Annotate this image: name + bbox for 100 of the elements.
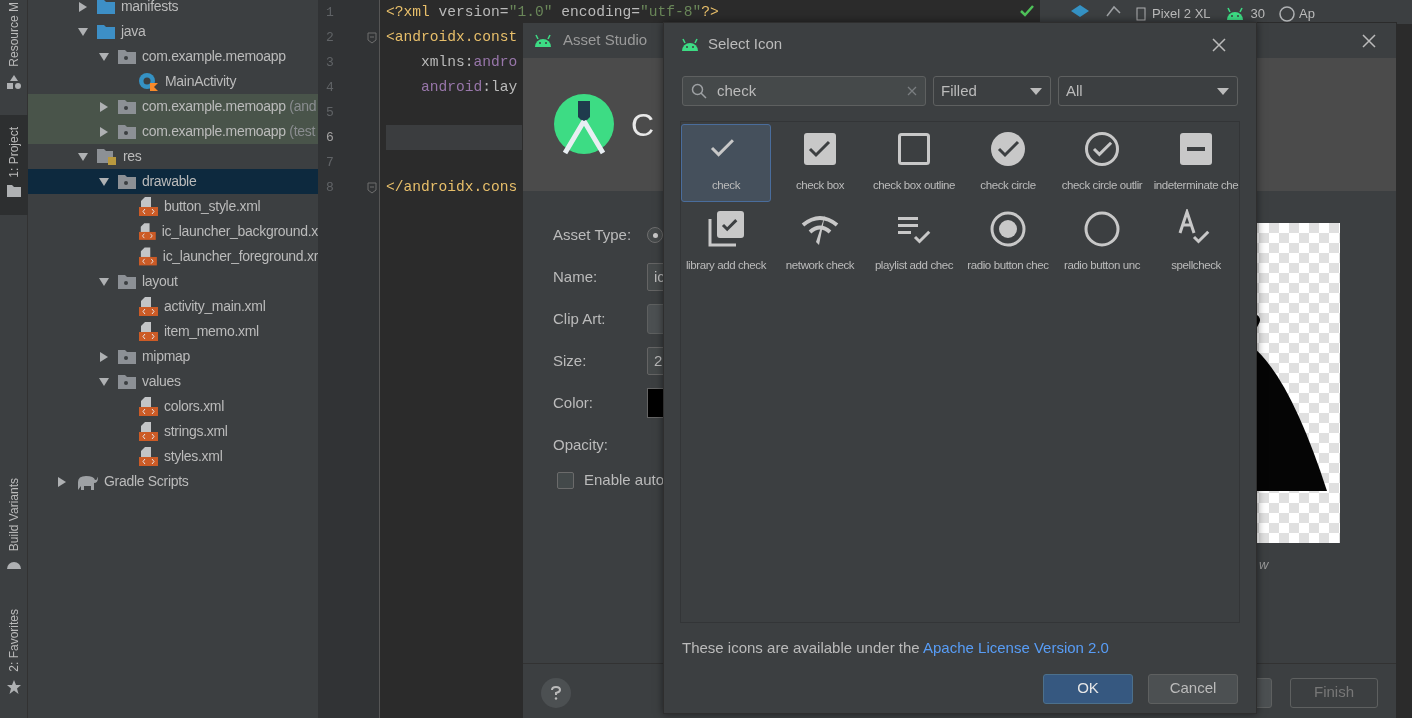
close-icon[interactable] (1362, 33, 1376, 48)
icon-cell[interactable]: radio button chec (963, 204, 1053, 282)
tree-item[interactable]: button_style.xml (28, 194, 318, 219)
tree-item[interactable]: ic_launcher_background.x (28, 219, 318, 244)
tree-item[interactable]: manifests (28, 0, 318, 19)
api-selector[interactable]: 30 (1250, 4, 1265, 24)
tool-window-tab[interactable]: Build Variants (0, 465, 28, 575)
tree-item[interactable]: com.example.memoapp (and (28, 94, 318, 119)
icon-cell[interactable]: check circle outlir (1057, 124, 1147, 202)
field-label: Asset Type: (553, 224, 633, 245)
license-text: These icons are available under the Apache License Version 2.0 (682, 638, 1110, 658)
xml-file-icon (139, 197, 158, 216)
tree-item[interactable]: res (28, 144, 318, 169)
expanded-arrow-icon[interactable] (77, 150, 89, 163)
android-icon (6, 559, 21, 569)
tree-item[interactable]: strings.xml (28, 419, 318, 444)
radio-unchecked-icon (1082, 209, 1122, 249)
close-icon[interactable] (1212, 37, 1226, 52)
tree-item[interactable]: item_memo.xml (28, 319, 318, 344)
help-button[interactable] (541, 677, 571, 708)
collapsed-arrow-icon[interactable] (98, 350, 110, 363)
check-icon (1020, 5, 1034, 17)
icon-cell[interactable]: spellcheck (1151, 204, 1241, 282)
device-selector[interactable]: Pixel 2 XL (1152, 4, 1211, 24)
check-circle-outline-icon (1082, 129, 1122, 169)
theme-icon (1279, 5, 1295, 22)
tree-item[interactable]: ic_launcher_foreground.xr (28, 244, 318, 269)
check-circle-icon (988, 129, 1028, 169)
folder-icon (118, 174, 136, 189)
icon-cell[interactable]: check box outline (869, 124, 959, 202)
checkbox[interactable] (557, 471, 574, 489)
android-icon (680, 37, 700, 52)
expanded-arrow-icon[interactable] (98, 375, 110, 388)
icon-cell[interactable]: radio button unc (1057, 204, 1147, 282)
expanded-arrow-icon[interactable] (98, 175, 110, 188)
tree-item[interactable]: Gradle Scripts (28, 469, 318, 494)
radio-button[interactable] (647, 227, 663, 243)
diamond-icon[interactable] (1070, 4, 1090, 18)
field-label: Clip Art: (553, 308, 607, 329)
style-dropdown[interactable]: Filled (933, 76, 1051, 106)
tree-item[interactable]: MainActivity (28, 69, 318, 94)
expanded-arrow-icon[interactable] (98, 275, 110, 288)
icon-cell[interactable]: playlist add chec (869, 204, 959, 282)
xml-file-icon (139, 322, 158, 341)
tree-item[interactable]: mipmap (28, 344, 318, 369)
tool-window-tab[interactable]: Resource M (0, 0, 28, 95)
elephant-icon (76, 473, 98, 490)
checkbox-label: Enable auto (584, 470, 665, 490)
tree-item[interactable]: com.example.memoapp (28, 44, 318, 69)
ok-button[interactable]: OK (1043, 673, 1133, 704)
tree-item[interactable]: drawable (28, 169, 318, 194)
kotlin-class-icon (139, 72, 159, 91)
tree-item[interactable]: values (28, 369, 318, 394)
xml-file-icon (139, 247, 157, 266)
icon-cell[interactable]: network check (775, 204, 865, 282)
phone-icon (1136, 6, 1146, 21)
android-studio-logo (553, 92, 615, 157)
window-title: Select Icon (708, 34, 783, 55)
xml-file-icon (139, 297, 158, 316)
folder-icon (118, 374, 136, 389)
tree-item[interactable]: activity_main.xml (28, 294, 318, 319)
tree-item[interactable]: java (28, 19, 318, 44)
radio-checked-icon (988, 209, 1028, 249)
shapes-icon (6, 75, 21, 89)
tool-window-tab[interactable]: 1: Project (0, 115, 28, 215)
collapsed-arrow-icon[interactable] (77, 0, 89, 13)
collapsed-arrow-icon[interactable] (56, 475, 68, 488)
tool-window-tab[interactable]: 2: Favorites (0, 605, 28, 700)
tree-item[interactable]: com.example.memoapp (test (28, 119, 318, 144)
expanded-arrow-icon[interactable] (98, 50, 110, 63)
icon-cell[interactable]: indeterminate che (1151, 124, 1241, 202)
theme-selector[interactable]: Ap (1299, 4, 1315, 24)
category-dropdown[interactable]: All (1058, 76, 1238, 106)
folder-icon (118, 124, 136, 139)
code-line: android:lay (420, 77, 518, 97)
folder-icon (118, 349, 136, 364)
folder-icon (97, 0, 115, 14)
fold-marker-icon[interactable] (367, 181, 377, 194)
field-label: Name: (553, 266, 599, 287)
icon-cell[interactable]: check circle (963, 124, 1053, 202)
search-field[interactable]: check (682, 76, 926, 106)
icon-cell[interactable]: check box (775, 124, 865, 202)
preview-label: w (1258, 556, 1269, 574)
tree-item[interactable]: styles.xml (28, 444, 318, 469)
collapsed-arrow-icon[interactable] (98, 100, 110, 113)
code-line: xmlns:andro (420, 52, 518, 72)
cancel-button[interactable]: Cancel (1148, 673, 1238, 704)
xml-file-icon (139, 422, 158, 441)
tree-item[interactable]: colors.xml (28, 394, 318, 419)
tree-item[interactable]: layout (28, 269, 318, 294)
question-icon (551, 685, 561, 700)
icon-cell[interactable]: library add check (681, 204, 771, 282)
field-label: Size: (553, 350, 588, 371)
expanded-arrow-icon[interactable] (77, 25, 89, 38)
collapsed-arrow-icon[interactable] (98, 125, 110, 138)
fold-marker-icon[interactable] (367, 31, 377, 44)
folder-icon (97, 24, 115, 39)
icon-cell[interactable]: check (681, 124, 771, 202)
license-link[interactable]: Apache License Version 2.0 (923, 639, 1109, 656)
line-number: 6 (326, 128, 334, 147)
